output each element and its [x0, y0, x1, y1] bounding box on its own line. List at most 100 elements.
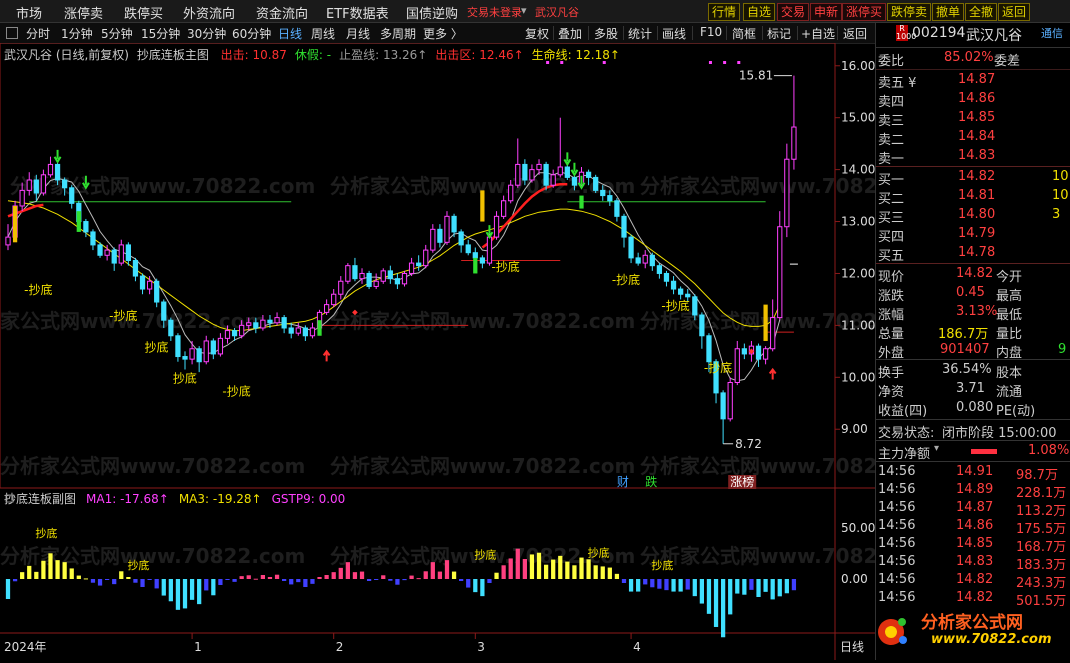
candle-body: [408, 262, 415, 274]
sub-bar: [359, 571, 365, 579]
status-value: 闭市阶段 15:00:00: [942, 426, 1057, 441]
cancel-order-button[interactable]: 撤单: [932, 3, 965, 21]
candle-body: [295, 327, 301, 334]
chevron-down-icon[interactable]: ▾: [521, 4, 527, 17]
main-indicator-item: 休假: -: [294, 48, 332, 62]
industry-tag[interactable]: 通信: [1041, 25, 1063, 41]
menu-market[interactable]: 市场: [16, 3, 42, 22]
tab-15min[interactable]: 15分钟: [141, 25, 180, 42]
price-tick-label: 16.00: [841, 59, 875, 73]
tab-1min[interactable]: 1分钟: [61, 25, 93, 42]
bid-row[interactable]: 买一 14.82 10: [876, 169, 1070, 188]
ask-row[interactable]: 卖一 14.83: [876, 148, 1070, 167]
tab-weekly[interactable]: 周线: [311, 25, 335, 42]
low-price-label: 8.72: [735, 437, 762, 451]
candle-body: [755, 345, 762, 360]
limitdown-sell-button[interactable]: 跌停卖: [887, 3, 932, 21]
tab-multi-period[interactable]: 多周期: [380, 25, 416, 42]
limitup-buy-button[interactable]: 涨停买: [842, 3, 887, 21]
kline-chart[interactable]: 分析家公式网www.70822.com 分析家公式网www.70822.com 分析…: [0, 43, 875, 660]
status-label: 交易状态:: [878, 426, 935, 441]
sub-bar: [274, 574, 280, 579]
f10-button[interactable]: F10: [700, 25, 722, 39]
cancel-all-button[interactable]: 全撤: [965, 3, 998, 21]
bid-row[interactable]: 买四 14.79: [876, 226, 1070, 245]
menu-limitup-sell[interactable]: 涨停卖: [64, 3, 103, 22]
sub-indicator-name[interactable]: 抄底连板副图: [4, 491, 76, 506]
sell-arrow-icon: [485, 225, 494, 240]
sub-bar: [501, 565, 506, 579]
candle-body: [26, 179, 32, 191]
candle-body: [161, 301, 167, 321]
grid-icon[interactable]: [6, 27, 18, 39]
indicator-name[interactable]: 抄底连板主图: [137, 48, 209, 62]
trade-login-warning[interactable]: 交易未登录: [467, 4, 522, 20]
sub-bar: [126, 577, 131, 579]
date-label: 2: [336, 640, 344, 654]
return-button[interactable]: 返回: [843, 25, 867, 42]
tab-monthly[interactable]: 月线: [346, 25, 370, 42]
menu-foreign-flow[interactable]: 外资流向: [183, 3, 235, 22]
chevron-down-icon[interactable]: ▾: [934, 443, 939, 454]
multi-stock-button[interactable]: 多股: [594, 25, 618, 42]
tab-30min[interactable]: 30分钟: [187, 25, 226, 42]
draw-button[interactable]: 画线: [662, 25, 686, 42]
candle-body: [345, 265, 351, 282]
ask-row[interactable]: 卖三 14.85: [876, 110, 1070, 129]
tab-more[interactable]: 更多 〉: [423, 25, 463, 42]
ipo-button[interactable]: 申新: [810, 3, 843, 21]
candle-body: [593, 176, 599, 191]
menu-limitdown-buy[interactable]: 跌停买: [124, 3, 163, 22]
sub-bar: [515, 548, 520, 579]
stat-value: 3.13%: [956, 304, 998, 319]
sub-bar: [62, 562, 67, 579]
watchlist-button[interactable]: 自选: [743, 3, 776, 21]
bid-row[interactable]: 买三 14.80 3: [876, 207, 1070, 226]
menu-capital-flow[interactable]: 资金流向: [256, 3, 308, 22]
sub-chaodi-label: 抄底: [127, 558, 149, 572]
add-watchlist-button[interactable]: +自选: [801, 25, 835, 42]
trade-button[interactable]: 交易: [777, 3, 810, 21]
price-tick-label: 9.00: [841, 422, 868, 436]
sub-indicator-item: GSTP9: 0.00: [272, 492, 346, 506]
tab-5min[interactable]: 5分钟: [101, 25, 133, 42]
chaodi-label: -抄底: [704, 360, 732, 375]
tab-intraday[interactable]: 分时: [26, 25, 50, 42]
stat-label: 流通: [996, 385, 1023, 400]
overlay-button[interactable]: 叠加: [558, 25, 582, 42]
sell-arrow-icon: [570, 162, 579, 177]
sub-bar: [720, 579, 726, 638]
sub-bar: [395, 579, 400, 585]
candle-body: [557, 166, 563, 176]
back-button[interactable]: 返回: [998, 3, 1031, 21]
sub-bar: [246, 575, 251, 579]
menu-repo[interactable]: 国债逆购: [406, 3, 458, 22]
candle-body: [451, 215, 457, 233]
stat-label: PE(动): [996, 404, 1036, 419]
limit-up-bar: [480, 190, 485, 222]
bid-row[interactable]: 买五 14.78: [876, 245, 1070, 264]
candle-body: [168, 319, 174, 337]
menu-etf-table[interactable]: ETF数据表: [326, 3, 389, 22]
candle-body: [154, 280, 160, 303]
ask-row[interactable]: 卖二 14.84: [876, 129, 1070, 148]
mark-button[interactable]: 标记: [767, 25, 791, 42]
candle-body: [550, 174, 556, 186]
tick-time: 14:56: [878, 482, 916, 497]
candle-body: [40, 174, 47, 194]
tab-daily[interactable]: 日线: [278, 25, 302, 42]
candle-body: [90, 231, 96, 246]
adjust-button[interactable]: 复权: [525, 25, 549, 42]
sub-bar: [706, 579, 712, 614]
simple-frame-button[interactable]: 简框: [732, 25, 756, 42]
ask-row[interactable]: 卖五 ¥ 14.87: [876, 72, 1070, 91]
stats-button[interactable]: 统计: [628, 25, 652, 42]
sub-bar: [579, 557, 584, 579]
tab-60min[interactable]: 60分钟: [232, 25, 271, 42]
ask-row[interactable]: 卖四 14.86: [876, 91, 1070, 110]
tick-price: 14.83: [956, 554, 994, 569]
quote-button[interactable]: 行情: [708, 3, 741, 21]
bid-row[interactable]: 买二 14.81 10: [876, 188, 1070, 207]
candle-body: [125, 244, 131, 261]
candle-body: [734, 348, 740, 383]
